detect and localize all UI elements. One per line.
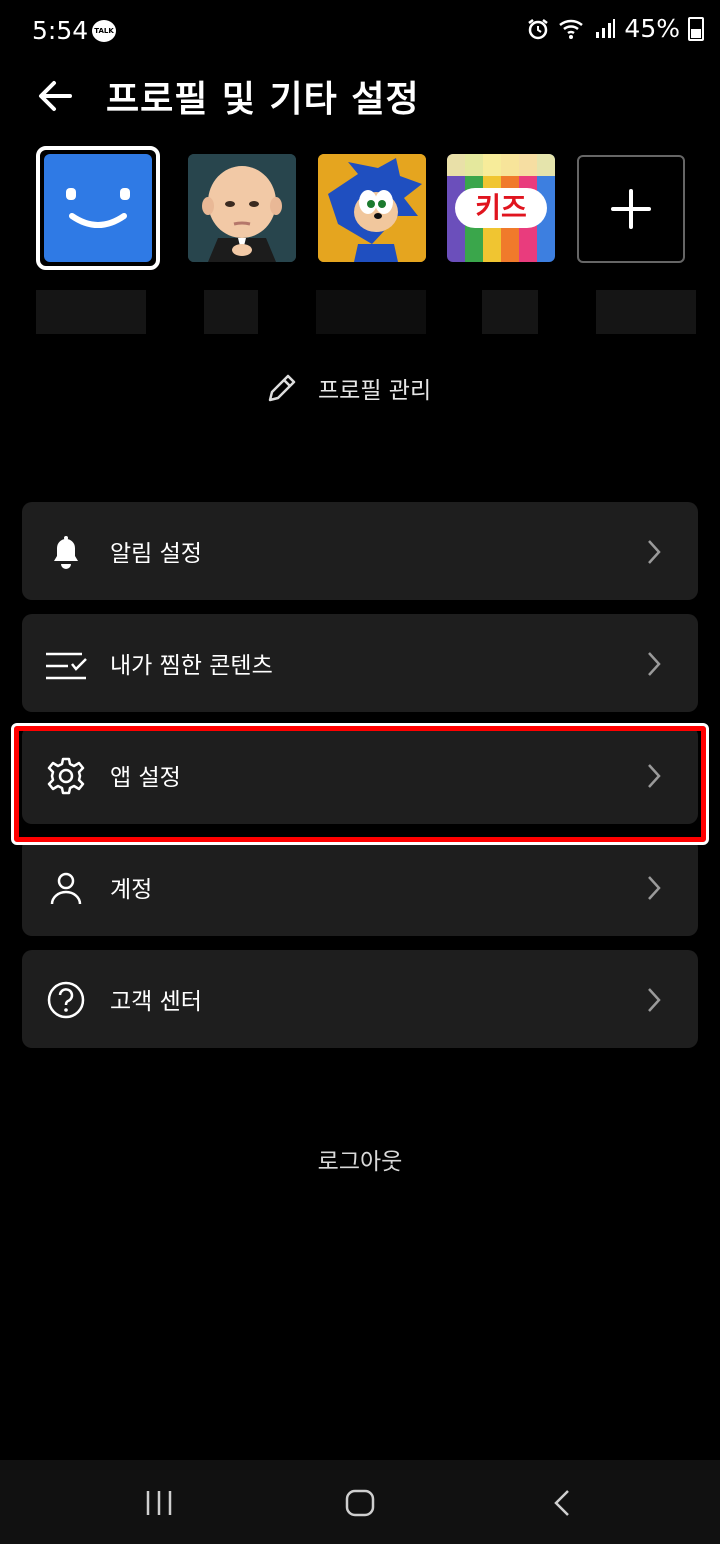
menu-item-help-center[interactable]: 고객 센터: [22, 950, 698, 1048]
bell-icon: [54, 536, 78, 569]
pencil-icon: [268, 374, 296, 402]
page-title: 프로필 및 기타 설정: [106, 79, 420, 120]
menu-item-notifications[interactable]: 알림 설정: [22, 502, 698, 600]
manage-profiles-label: 프로필 관리: [318, 378, 432, 404]
manage-profiles-button[interactable]: 프로필 관리: [264, 370, 431, 406]
profile-name-placeholder: [36, 290, 146, 334]
profile-boss-baby[interactable]: [180, 146, 304, 270]
kids-avatar: 키즈: [447, 154, 555, 262]
plus-icon: [611, 189, 651, 229]
user-icon: [50, 872, 82, 905]
kakaotalk-icon: TALK: [92, 20, 116, 42]
list-check-icon: [46, 652, 87, 680]
back-nav-icon[interactable]: [550, 1488, 574, 1518]
status-icons: 45%: [526, 14, 704, 43]
status-time: 5:54: [32, 16, 89, 45]
wifi-icon: [559, 19, 584, 39]
profile-name-placeholder: [204, 290, 258, 334]
profile-kids[interactable]: 키즈: [439, 146, 563, 270]
menu-item-label: 계정: [110, 877, 153, 903]
sonic-avatar: [318, 154, 426, 262]
recent-apps-icon[interactable]: [144, 1488, 174, 1518]
chevron-right-icon: [648, 540, 661, 564]
profile-name-placeholder: [482, 290, 538, 334]
boss-baby-avatar: [188, 154, 296, 262]
signal-icon: [596, 18, 616, 38]
home-icon[interactable]: [344, 1488, 376, 1518]
profile-main[interactable]: [36, 146, 160, 270]
profile-sonic[interactable]: [310, 146, 434, 270]
profile-name-placeholder: [596, 290, 696, 334]
battery-icon: [688, 16, 704, 41]
menu-item-label: 내가 찜한 콘텐츠: [110, 653, 273, 679]
menu-item-label: 알림 설정: [110, 541, 202, 567]
menu-item-label: 고객 센터: [110, 989, 202, 1015]
chevron-right-icon: [648, 988, 661, 1012]
back-arrow-icon[interactable]: [36, 78, 76, 114]
menu-item-my-list[interactable]: 내가 찜한 콘텐츠: [22, 614, 698, 712]
highlight-box: [11, 723, 709, 845]
chevron-right-icon: [648, 652, 661, 676]
menu-item-account[interactable]: 계정: [22, 838, 698, 936]
help-circle-icon: [47, 981, 85, 1019]
battery-percent: 45%: [624, 14, 680, 43]
alarm-icon: [528, 18, 549, 39]
system-nav-bar: [0, 1460, 720, 1544]
profile-name-placeholder: [316, 290, 426, 334]
smiley-icon: [44, 154, 152, 262]
logout-button[interactable]: 로그아웃: [0, 1142, 720, 1176]
kids-badge-text: 키즈: [475, 191, 527, 224]
add-profile-button[interactable]: [577, 155, 685, 263]
chevron-right-icon: [648, 876, 661, 900]
